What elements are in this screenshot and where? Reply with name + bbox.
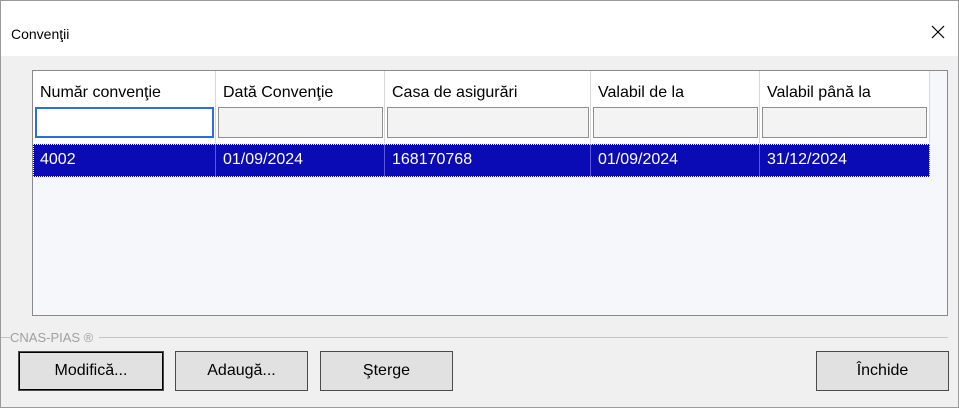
column-label: Valabil până la — [767, 84, 871, 101]
cell-numar-conventie: 4002 — [33, 144, 216, 177]
filter-input-casa-de-asigurari[interactable] — [387, 107, 589, 138]
title-bar: Convenţii — [1, 1, 958, 56]
add-button[interactable]: Adaugă... — [175, 351, 308, 391]
table-row-selected[interactable]: 4002 01/09/2024 168170768 01/09/2024 31/… — [33, 144, 930, 177]
column-label: Valabil de la — [598, 84, 684, 101]
grid-body: Număr convenţie Dată Convenţie Casa de a… — [33, 71, 947, 315]
separator-rule — [1, 337, 948, 338]
cell-data-conventie: 01/09/2024 — [216, 144, 385, 177]
column-header-valabil-pana-la[interactable]: Valabil până la — [760, 71, 930, 143]
column-header-numar-conventie[interactable]: Număr convenţie — [33, 71, 216, 143]
filter-input-data-conventie[interactable] — [218, 107, 383, 138]
close-button[interactable]: Închide — [816, 351, 949, 391]
edit-button[interactable]: Modifică... — [18, 351, 164, 391]
window-title: Convenţii — [11, 26, 70, 42]
group-label: CNAS-PIAS ® — [10, 330, 100, 345]
filter-input-numar-conventie[interactable] — [35, 107, 214, 138]
conventions-grid[interactable]: Număr convenţie Dată Convenţie Casa de a… — [32, 70, 948, 316]
group-separator: CNAS-PIAS ® — [1, 330, 958, 345]
cell-valabil-pana-la: 31/12/2024 — [760, 144, 930, 177]
filter-input-valabil-pana-la[interactable] — [762, 107, 927, 138]
conventions-dialog: Convenţii Număr convenţie Dată Convenţie — [0, 0, 959, 408]
filter-input-valabil-de-la[interactable] — [593, 107, 758, 138]
column-header-casa-de-asigurari[interactable]: Casa de asigurări — [385, 71, 591, 143]
cell-valabil-de-la: 01/09/2024 — [591, 144, 760, 177]
column-label: Dată Convenţie — [223, 84, 334, 101]
close-x-icon — [931, 25, 945, 39]
column-header-valabil-de-la[interactable]: Valabil de la — [591, 71, 760, 143]
delete-button[interactable]: Şterge — [320, 351, 453, 391]
column-label: Casa de asigurări — [392, 84, 518, 101]
grid-header: Număr convenţie Dată Convenţie Casa de a… — [33, 71, 930, 143]
close-window-button[interactable] — [918, 15, 958, 49]
cell-casa-de-asigurari: 168170768 — [385, 144, 591, 177]
column-header-data-conventie[interactable]: Dată Convenţie — [216, 71, 385, 143]
column-label: Număr convenţie — [40, 84, 161, 101]
